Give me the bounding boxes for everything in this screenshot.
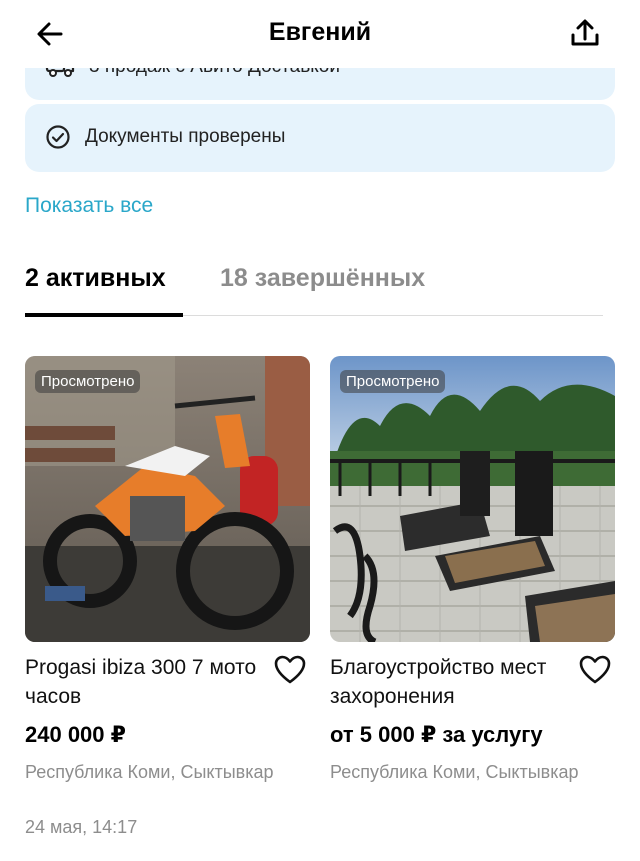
- listing-location: Республика Коми, Сыктывкар: [330, 762, 579, 782]
- tab-completed-listings[interactable]: 18 завершённых: [220, 264, 425, 293]
- heart-icon[interactable]: [273, 653, 307, 687]
- share-button[interactable]: [566, 14, 604, 52]
- listing-image-graves[interactable]: Просмотрено: [330, 356, 615, 642]
- listing-image-motorcycle[interactable]: Просмотрено: [25, 356, 310, 642]
- page-title: Евгений: [268, 18, 372, 46]
- viewed-badge: Просмотрено: [340, 370, 446, 393]
- documents-info-text: Документы проверены: [85, 126, 286, 147]
- top-bar: Евгений: [0, 0, 640, 68]
- listing-price: 240 000 ₽: [25, 722, 126, 747]
- tab-active-listings[interactable]: 2 активных: [25, 264, 166, 293]
- listing-price: от 5 000 ₽ за услугу: [330, 722, 543, 747]
- show-all-link[interactable]: Показать все: [25, 194, 153, 218]
- listing-title[interactable]: Благоустройство мест захоронения: [330, 653, 575, 711]
- listing-title[interactable]: Progasi ibiza 300 7 мото часов: [25, 653, 270, 711]
- check-circle-icon: [46, 125, 70, 149]
- heart-icon[interactable]: [578, 653, 612, 687]
- documents-info-card: Документы проверены: [25, 104, 615, 172]
- listing-date: 24 мая, 14:17: [25, 817, 138, 837]
- viewed-badge: Просмотрено: [35, 370, 141, 393]
- documents-info-row: Документы проверены: [45, 124, 285, 150]
- share-icon: [571, 19, 599, 46]
- active-tab-indicator: [25, 313, 183, 317]
- listing-location: Республика Коми, Сыктывкар: [25, 762, 274, 782]
